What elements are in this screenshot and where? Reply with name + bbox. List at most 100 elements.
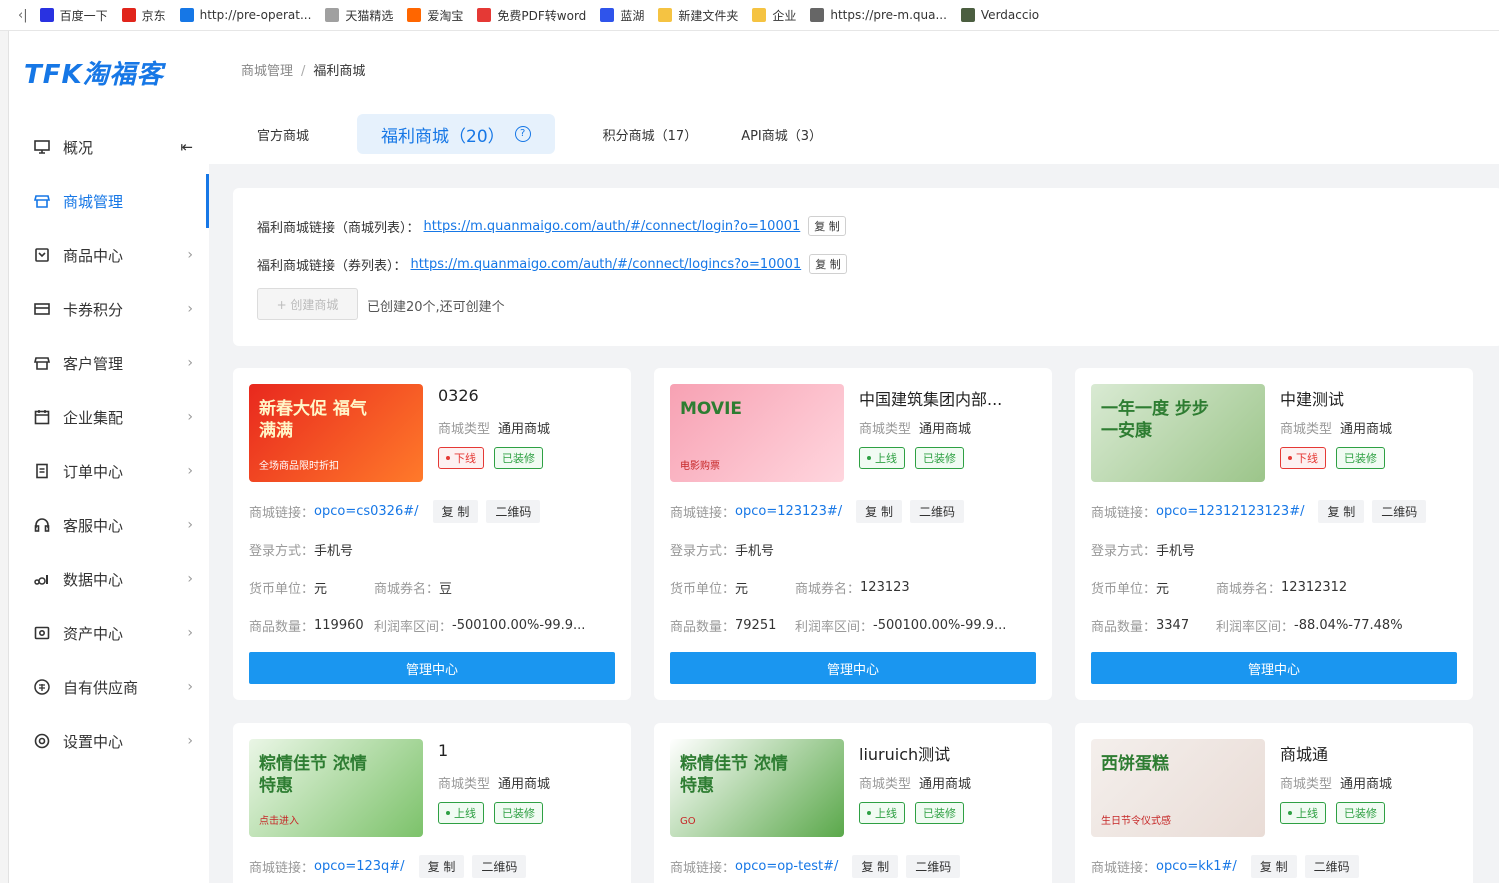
breadcrumb-parent[interactable]: 商城管理 — [241, 64, 293, 79]
taobao-icon — [407, 8, 422, 22]
status-badge: 下线 — [438, 447, 484, 469]
qrcode-button[interactable]: 二维码 — [1372, 500, 1427, 523]
copy-button[interactable]: 复 制 — [1250, 855, 1297, 878]
mall-link[interactable]: opco=op-test#/ — [735, 859, 838, 874]
tab-welfare-mall[interactable]: 福利商城（20）? — [357, 114, 555, 154]
sidebar-item-asset-center[interactable]: 资产中心 › — [10, 606, 209, 660]
sidebar-item-service-center[interactable]: 客服中心 › — [10, 498, 209, 552]
mall-type-label: 商城类型 — [438, 777, 491, 792]
sidebar-item-overview[interactable]: 概况 ⇤ — [10, 120, 209, 174]
bookmark-item[interactable]: 天猫精选 — [325, 7, 393, 24]
copy-button[interactable]: 复 制 — [852, 855, 899, 878]
login-label: 登录方式： — [249, 544, 315, 559]
mall-card: MOVIE 电影购票 中国建筑集团内部... 商城类型 通用商城 上线 已装修 商城链接： op… — [654, 368, 1052, 700]
qrcode-button[interactable]: 二维码 — [906, 855, 961, 878]
goods-count-label: 商品数量： — [249, 620, 315, 635]
mall-link[interactable]: opco=123123#/ — [735, 504, 842, 519]
status-text: 上线 — [1296, 807, 1318, 820]
mall-link-label: 商城链接： — [1091, 861, 1157, 876]
thumbnail-subtitle: GO — [680, 816, 696, 827]
logo[interactable]: TFK淘福客 — [24, 54, 164, 91]
mall-thumbnail: 粽情佳节 浓情特惠 点击进入 — [249, 739, 423, 837]
tmall-icon — [325, 8, 340, 22]
status-dot-icon — [867, 811, 871, 815]
order-icon — [33, 462, 51, 480]
sidebar-item-order-center[interactable]: 订单中心 › — [10, 444, 209, 498]
bookmark-item[interactable]: 蓝湖 — [600, 7, 644, 24]
mall-link[interactable]: opco=kk1#/ — [1156, 859, 1237, 874]
bookmark-item[interactable]: 新建文件夹 — [658, 7, 738, 24]
bookmark-item[interactable]: http://pre-operat... — [179, 8, 312, 22]
copy-mall-list-button[interactable]: 复 制 — [808, 216, 846, 236]
copy-coupon-list-button[interactable]: 复 制 — [809, 254, 847, 274]
bookmark-label: http://pre-operat... — [199, 8, 312, 22]
copy-button[interactable]: 复 制 — [856, 500, 902, 523]
mall-thumbnail: 粽情佳节 浓情特惠 GO — [670, 739, 844, 837]
bookmark-item[interactable]: 企业 — [752, 7, 796, 24]
copy-button[interactable]: 复 制 — [432, 500, 479, 523]
manage-center-button[interactable]: 管理中心 — [1091, 652, 1457, 684]
status-dot-icon — [1288, 456, 1292, 460]
mall-type-label: 商城类型 — [859, 422, 912, 437]
manage-center-button[interactable]: 管理中心 — [249, 652, 615, 684]
bookmark-item[interactable]: 免费PDF转word — [477, 7, 586, 24]
mall-type: 商城类型 通用商城 — [859, 773, 971, 792]
mall-link[interactable]: opco=12312123123#/ — [1156, 504, 1304, 519]
qrcode-button[interactable]: 二维码 — [1304, 855, 1359, 878]
globe-icon — [810, 8, 825, 22]
bookmark-label: 百度一下 — [59, 8, 108, 23]
bookmark-item[interactable]: Verdaccio — [960, 8, 1040, 22]
login-label: 登录方式： — [670, 544, 736, 559]
sidebar-item-label: 企业集配 — [63, 408, 124, 427]
bookmark-item[interactable]: 京东 — [121, 7, 166, 24]
mall-list-link[interactable]: https://m.quanmaigo.com/auth/#/connect/l… — [424, 219, 801, 234]
login-row: 登录方式： 手机号 — [1091, 540, 1195, 559]
sidebar-item-enterprise-distribution[interactable]: 企业集配 › — [10, 390, 209, 444]
sidebar-item-product-center[interactable]: 商品中心 › — [10, 228, 209, 282]
sidebar-item-label: 订单中心 — [63, 462, 124, 481]
mall-title: 1 — [438, 741, 449, 760]
mall-link[interactable]: opco=cs0326#/ — [314, 504, 418, 519]
sidebar-item-own-supplier[interactable]: 自有供应商 › — [10, 660, 209, 714]
mall-link[interactable]: opco=123q#/ — [314, 859, 405, 874]
coupon-list-link[interactable]: https://m.quanmaigo.com/auth/#/connect/l… — [411, 257, 802, 272]
back-icon[interactable]: ‹| — [18, 8, 28, 23]
help-icon[interactable]: ? — [514, 126, 531, 142]
mall-list-link-label: 福利商城链接（商城列表）： — [257, 220, 420, 236]
coupon-name-label: 商城券名： — [374, 582, 440, 597]
profit-range-label: 利润率区间： — [374, 620, 453, 635]
copy-button[interactable]: 复 制 — [418, 855, 465, 878]
main-content: 商城管理 / 福利商城 官方商城 福利商城（20）? 积分商城（17） API商城（… — [209, 32, 1499, 883]
coupon-name-value: 123123 — [860, 580, 910, 595]
thumbnail-subtitle: 点击进入 — [259, 816, 299, 827]
tab-points-mall[interactable]: 积分商城（17） — [581, 114, 720, 154]
currency-value: 元 — [1156, 582, 1170, 597]
create-mall-button[interactable]: + 创建商城 — [257, 288, 358, 320]
qrcode-button[interactable]: 二维码 — [909, 500, 964, 523]
bookmark-item[interactable]: https://pre-m.qua... — [810, 8, 947, 22]
bookmark-label: 爱淘宝 — [427, 8, 464, 23]
currency-value: 元 — [314, 582, 328, 597]
mall-tags: 下线 已装修 — [438, 447, 553, 469]
bookmark-item[interactable]: 爱淘宝 — [407, 7, 463, 24]
bookmark-item[interactable]: 百度一下 — [39, 7, 108, 24]
bookmark-label: Verdaccio — [980, 8, 1040, 22]
shop-icon — [33, 192, 51, 210]
tab-label: 积分商城（17） — [602, 128, 698, 144]
qrcode-button[interactable]: 二维码 — [472, 855, 527, 878]
sidebar-item-settings-center[interactable]: 设置中心 › — [10, 714, 209, 768]
qrcode-button[interactable]: 二维码 — [486, 500, 541, 523]
copy-button[interactable]: 复 制 — [1318, 500, 1365, 523]
tab-official-mall[interactable]: 官方商城 — [235, 114, 331, 154]
tab-api-mall[interactable]: API商城（3） — [719, 114, 844, 154]
sidebar-item-data-center[interactable]: 数据中心 › — [10, 552, 209, 606]
sidebar-item-coupon-points[interactable]: 卡券积分 › — [10, 282, 209, 336]
breadcrumb-current: 福利商城 — [313, 64, 366, 79]
sidebar-item-mall-management[interactable]: 商城管理 — [10, 174, 209, 228]
window-edge — [0, 31, 9, 883]
manage-center-button[interactable]: 管理中心 — [670, 652, 1036, 684]
sidebar-item-customer-management[interactable]: 客户管理 › — [10, 336, 209, 390]
bookmark-label: 蓝湖 — [620, 8, 645, 23]
collapse-sidebar-icon[interactable]: ⇤ — [180, 138, 193, 156]
mall-title: liuruich测试 — [859, 745, 951, 764]
